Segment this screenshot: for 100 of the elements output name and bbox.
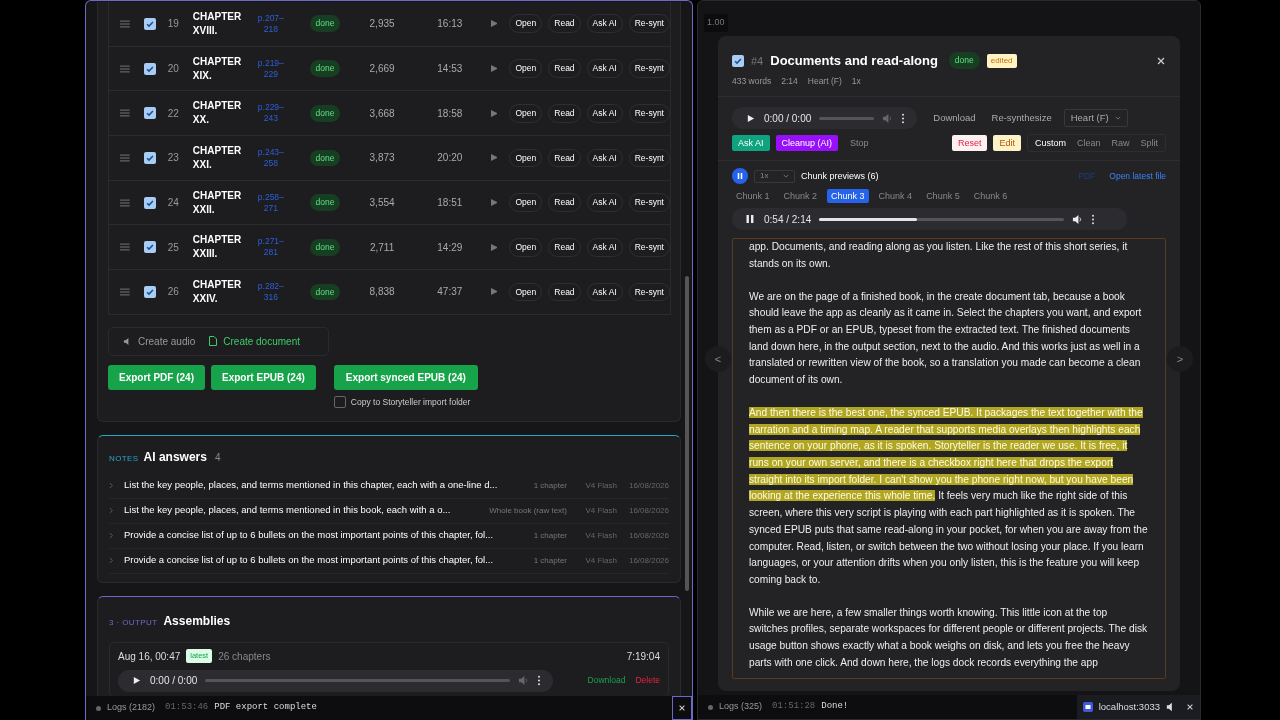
edited-badge: edited	[986, 53, 1017, 68]
checkbox[interactable]	[333, 396, 346, 409]
drag-handle-icon[interactable]	[120, 153, 130, 162]
open-latest-link[interactable]: Open latest file	[1109, 169, 1166, 183]
play-icon[interactable]	[490, 288, 498, 296]
log-time: 01:53:46	[165, 701, 209, 715]
voice-select[interactable]: Heart (F)	[1063, 109, 1128, 128]
more-icon[interactable]	[537, 675, 542, 687]
status-badge: done	[309, 283, 341, 301]
status-badge: done	[309, 149, 341, 167]
close-icon[interactable]	[1156, 55, 1166, 66]
answer-model: V4 Flash	[584, 504, 617, 517]
checkbox[interactable]	[143, 196, 156, 209]
answer-prompt: List the key people, places, and terms mentioned in this book, each with a o...	[124, 503, 452, 518]
speed-select[interactable]: 1x	[754, 169, 795, 183]
answer-row[interactable]: Provide a concise list of up to 6 bullets on the most important points of this chapter, fol... 1 chapter V4 Flash 16/08/2026	[109, 548, 669, 574]
pause-button[interactable]	[744, 213, 756, 226]
view-tab[interactable]: Raw	[1106, 136, 1135, 150]
meta-item: 2:14	[781, 74, 798, 88]
caret-icon	[783, 174, 789, 179]
drag-handle-icon[interactable]	[120, 19, 130, 28]
play-icon[interactable]	[490, 20, 498, 28]
chevron-icon	[109, 507, 114, 515]
log-message: PDF export complete	[214, 701, 317, 715]
checkbox[interactable]	[143, 62, 156, 75]
chunk-tab[interactable]: Chunk 1	[732, 189, 774, 204]
paragraph: We are on the page of a finished book, in the create document tab, because a book should leave the app as cleanly as it came in. Select the chapters you want, and export them as a PDF or an EPUB, typeset from the extracted text. The finished documents land down here, in the output section, next to the audio. And this works just as well in a translated or rewritten view of the book, so a translation you made can become a clean document of its own.	[749, 289, 1143, 388]
checkbox[interactable]	[143, 17, 156, 30]
chunk-tab[interactable]: Chunk 5	[922, 189, 964, 204]
play-icon[interactable]	[490, 199, 498, 207]
answer-model: V4 Flash	[584, 554, 617, 567]
chapter-number: 22	[166, 106, 180, 121]
chevron-icon	[109, 482, 114, 490]
chunk-tab[interactable]: Chunk 3	[827, 189, 869, 204]
play-icon[interactable]	[490, 65, 498, 73]
time-readout: 0:54 / 2:14	[764, 212, 812, 227]
seek-track[interactable]	[819, 116, 875, 120]
chapter-title: CHAPTER XVIII.	[192, 9, 243, 38]
chapter-title: CHAPTER XXI.	[192, 143, 243, 172]
logs-toggle[interactable]: Logs (2182)	[107, 701, 156, 715]
edit-button[interactable]: Edit	[993, 135, 1021, 152]
seek-track[interactable]	[205, 679, 511, 683]
chunk-tab[interactable]: Chunk 2	[779, 189, 822, 204]
drag-handle-icon[interactable]	[120, 64, 130, 73]
chapter-title: CHAPTER XXII.	[192, 188, 243, 217]
mode-tab[interactable]: Create audio	[123, 333, 196, 349]
paragraph: While we are here, a few smaller things worth knowing. This little icon at the top switches profiles, separate workspaces for different people or different projects. The disk usage button shows exactly what a book weighs on disk, and lets you free the heavy parts with one click. And down here, the logs dock records everything the app	[749, 605, 1149, 670]
status-badge: done	[309, 60, 341, 77]
answer-date: 16/08/2026	[627, 504, 669, 517]
answer-prompt: Provide a concise list of up to 6 bullets on the most important points of this chapter, fol...	[124, 528, 495, 543]
play-icon[interactable]	[490, 243, 498, 251]
close-icon[interactable]	[678, 704, 686, 712]
view-tab[interactable]: Custom	[1029, 136, 1071, 150]
previous-button[interactable]: <	[705, 346, 731, 372]
view-tab[interactable]: Split	[1135, 136, 1163, 150]
answer-date: 16/08/2026	[627, 529, 669, 542]
checkbox[interactable]	[732, 54, 744, 67]
volume-icon[interactable]	[1072, 213, 1084, 225]
answer-scope: 1 chapter	[533, 479, 567, 492]
chapter-title: CHAPTER XX.	[192, 99, 243, 128]
checkbox[interactable]	[143, 241, 156, 254]
pause-button[interactable]	[732, 168, 748, 185]
checkbox[interactable]	[143, 285, 156, 298]
view-tab[interactable]: Clean	[1071, 136, 1106, 150]
chunk-tab[interactable]: Chunk 4	[874, 189, 917, 204]
drag-handle-icon[interactable]	[120, 198, 130, 207]
chapter-number: 24	[166, 196, 180, 211]
checkbox[interactable]	[143, 151, 156, 164]
chapter-number: 23	[166, 151, 180, 166]
word-count: 8,838	[368, 285, 396, 300]
resynthesize-button[interactable]: Re-synthesize	[991, 111, 1052, 126]
drag-handle-icon[interactable]	[120, 109, 130, 118]
download-link[interactable]: Download	[587, 674, 626, 687]
word-count: 2,935	[368, 17, 396, 32]
answer-row[interactable]: List the key people, places, and terms mentioned in this book, each with a o... Whole book (raw text) V4 Flash 16/08/2026	[109, 498, 669, 524]
play-icon[interactable]	[490, 154, 498, 162]
more-icon[interactable]	[1091, 213, 1096, 225]
download-button[interactable]: Download	[933, 111, 976, 126]
ai-action-button[interactable]: Cleanup (AI)	[775, 135, 839, 152]
more-icon[interactable]	[901, 112, 906, 124]
status-badge: done	[309, 15, 341, 33]
paragraph: And then there is the best one, the synced EPUB. It packages the text together with the narration and a timing map. A reader that supports media overlays then highlights each sentence on your phone, as it is spoken. Storyteller is the reader we use. It is free, it runs on your own server, and there is a checkbox right here that drops the export straight into its import folder. I can't show you the phone right now, but you have been looking at the experience this whole time. It feels very much like the right side of this screen, where this very script is playing with each part highlighted as it is spoken. The synced EPUB puts that same read-along in your pocket, for when you are away from the computer. Read, listen, or switch between the two without losing your place. If you learn languages, or your attention drifts when you only listen, this is the feature you will keep coming back to.	[749, 405, 1149, 587]
chevron-icon	[109, 557, 114, 565]
mode-tab[interactable]: Create document	[209, 333, 300, 349]
play-icon[interactable]	[490, 109, 498, 117]
drag-handle-icon[interactable]	[120, 287, 130, 296]
word-count: 2,711	[368, 240, 396, 255]
chapter-index: #4	[751, 53, 764, 69]
answer-row[interactable]: Provide a concise list of up to 6 bullets on the most important points of this chapter, fol... 1 chapter V4 Flash 16/08/2026	[109, 523, 669, 549]
chunk-tab[interactable]: Chunk 6	[969, 189, 1012, 204]
delete-link[interactable]: Delete	[635, 674, 660, 687]
answer-row[interactable]: List the key people, places, and terms mentioned in this chapter, each with a one-line d... 1 chapter V4 Flash 16/08/2026	[109, 473, 669, 499]
logs-toggle[interactable]: Logs (325)	[719, 700, 763, 714]
reset-button[interactable]: Reset	[951, 135, 988, 152]
drag-handle-icon[interactable]	[120, 243, 130, 252]
next-button[interactable]: >	[1167, 346, 1193, 372]
answer-date: 16/08/2026	[627, 479, 669, 492]
seek-track[interactable]	[819, 217, 1065, 221]
checkbox[interactable]	[143, 107, 156, 120]
close-icon[interactable]	[1186, 703, 1194, 711]
